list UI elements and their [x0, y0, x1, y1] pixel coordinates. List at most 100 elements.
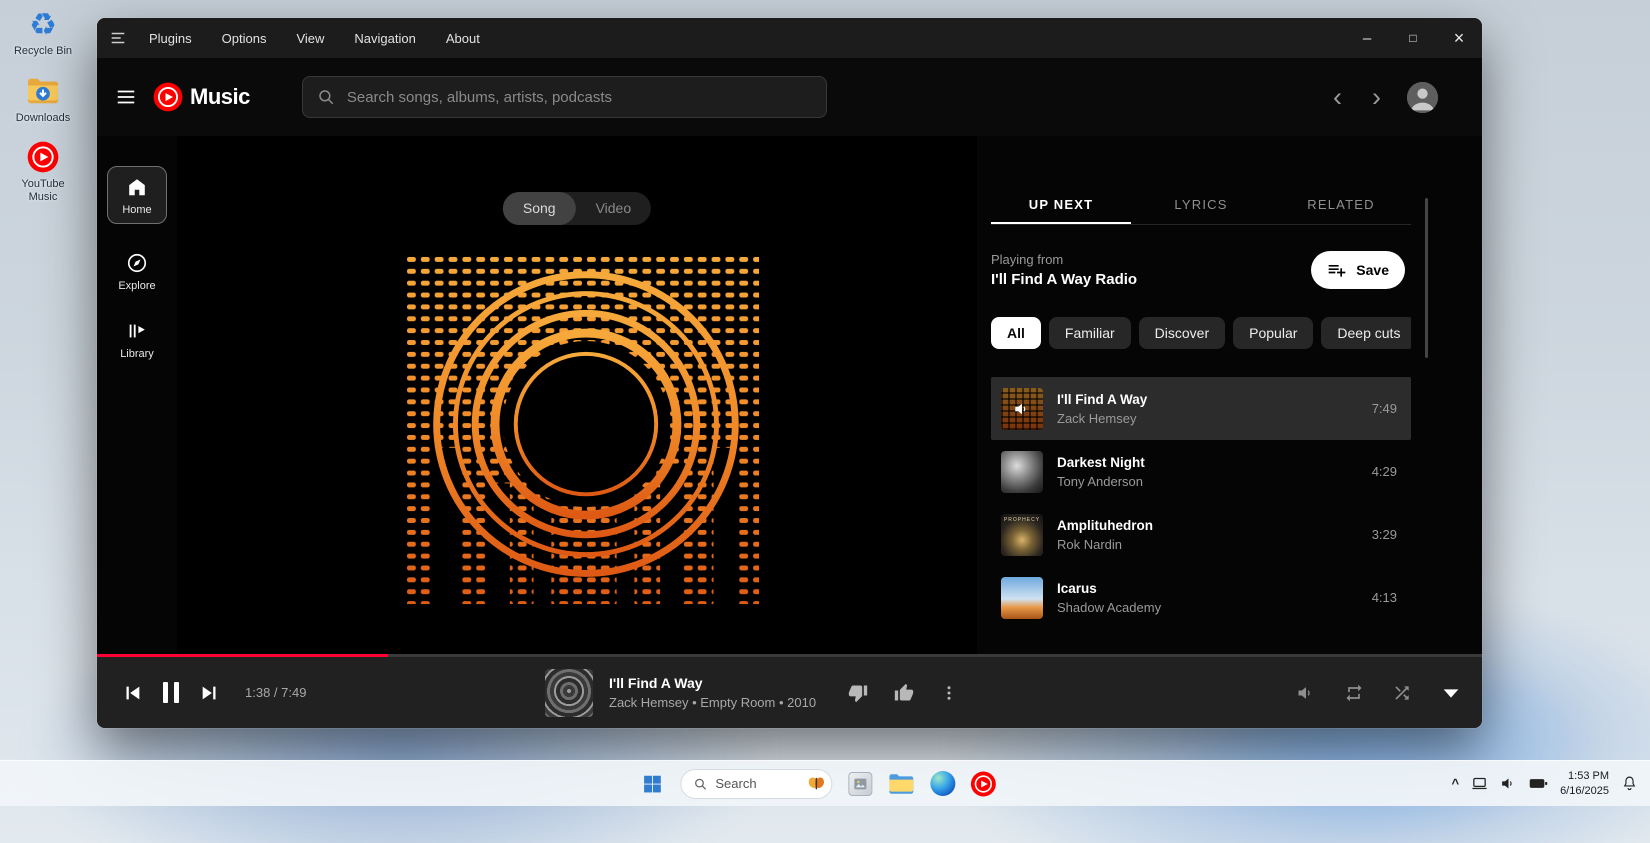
library-icon: [126, 320, 148, 342]
chip-popular[interactable]: Popular: [1233, 317, 1313, 349]
queue-item-artist[interactable]: Tony Anderson: [1057, 474, 1362, 489]
queue-item[interactable]: PROPHECY Amplituhedron Rok Nardin 3:29: [991, 503, 1411, 566]
tab-lyrics[interactable]: LYRICS: [1131, 188, 1271, 224]
scrollbar[interactable]: [1425, 198, 1428, 358]
maximize-button[interactable]: □: [1390, 18, 1436, 58]
queue-item[interactable]: I'll Find A Way Zack Hemsey 7:49: [991, 377, 1411, 440]
next-button[interactable]: [199, 682, 221, 704]
volume-tray-icon[interactable]: [1500, 775, 1517, 792]
device-icon[interactable]: [1471, 775, 1488, 792]
toggle-song[interactable]: Song: [503, 192, 576, 225]
app-menu-icon[interactable]: [109, 29, 127, 47]
chip-familiar[interactable]: Familiar: [1049, 317, 1131, 349]
menu-view[interactable]: View: [296, 31, 324, 46]
taskbar-app-youtube-music[interactable]: [970, 771, 996, 797]
avatar[interactable]: [1407, 82, 1438, 113]
back-icon[interactable]: ‹: [1333, 84, 1342, 111]
chip-discover[interactable]: Discover: [1139, 317, 1225, 349]
pause-button[interactable]: [163, 682, 179, 703]
tab-up-next[interactable]: UP NEXT: [991, 188, 1131, 224]
sidebar-item-explore[interactable]: Explore: [118, 252, 155, 292]
queue-item-artist[interactable]: Zack Hemsey: [1057, 411, 1362, 426]
queue-item-title: Amplituhedron: [1057, 518, 1362, 533]
skip-next-icon: [199, 682, 221, 704]
yt-music-logo-icon: [153, 82, 183, 112]
menu-about[interactable]: About: [446, 31, 480, 46]
now-playing-overlay: [1001, 388, 1043, 430]
history-nav: ‹ ›: [1333, 84, 1381, 111]
toggle-video[interactable]: Video: [576, 192, 652, 225]
minimize-button[interactable]: –: [1344, 18, 1390, 58]
volume-button[interactable]: [1296, 683, 1316, 703]
desktop-icons: ♻ Recycle Bin Downloads: [10, 6, 76, 204]
queue-item[interactable]: Icarus Shadow Academy 4:13: [991, 566, 1411, 629]
menu-plugins[interactable]: Plugins: [149, 31, 192, 46]
track-thumbnail: [545, 669, 593, 717]
yt-music-logo[interactable]: Music: [153, 82, 250, 112]
tab-related[interactable]: RELATED: [1271, 188, 1411, 224]
playing-from-title[interactable]: I'll Find A Way Radio: [991, 271, 1137, 288]
clock[interactable]: 1:53 PM 6/16/2025: [1560, 769, 1609, 799]
menu-navigation[interactable]: Navigation: [354, 31, 415, 46]
edge-icon: [930, 771, 955, 796]
notification-bell-icon[interactable]: [1621, 775, 1638, 792]
now-playing-view: Song Video: [177, 136, 977, 654]
pause-bar: [163, 682, 168, 703]
sidebar-item-home[interactable]: Home: [107, 166, 167, 224]
expand-player-button[interactable]: [1440, 682, 1462, 704]
shuffle-button[interactable]: [1392, 683, 1412, 703]
tray-chevron-icon[interactable]: ^: [1451, 776, 1459, 791]
taskbar-search[interactable]: Search: [680, 769, 832, 799]
avatar-image: [1407, 82, 1438, 113]
close-button[interactable]: ×: [1436, 18, 1482, 58]
hamburger-menu-icon[interactable]: [115, 86, 137, 108]
menu-options[interactable]: Options: [222, 31, 267, 46]
previous-button[interactable]: [121, 682, 143, 704]
battery-icon[interactable]: [1529, 776, 1548, 791]
queue-thumbnail: PROPHECY: [1001, 514, 1043, 556]
taskbar-app-edge[interactable]: [929, 771, 955, 797]
queue-item-duration: 4:13: [1372, 590, 1397, 605]
repeat-icon: [1344, 683, 1364, 703]
queue-item[interactable]: Darkest Night Tony Anderson 4:29: [991, 440, 1411, 503]
chip-all[interactable]: All: [991, 317, 1041, 349]
thumbs-down-icon: [848, 683, 868, 703]
cover-caption: PROPHECY: [1001, 517, 1043, 523]
taskbar-app-file-explorer[interactable]: [888, 771, 914, 797]
search-highlight-icon: [806, 774, 826, 794]
dislike-button[interactable]: [848, 683, 868, 703]
search-input[interactable]: [347, 89, 812, 106]
song-video-toggle: Song Video: [503, 192, 651, 225]
window-menubar: Plugins Options View Navigation About: [149, 31, 480, 46]
secondary-controls: [1296, 657, 1462, 728]
taskbar: Search: [0, 760, 1650, 806]
recycle-bin-icon: ♻: [29, 9, 57, 40]
queue-item-title: I'll Find A Way: [1057, 392, 1362, 407]
file-explorer-icon: [888, 772, 914, 796]
window-titlebar: Plugins Options View Navigation About – …: [97, 18, 1482, 58]
forward-icon[interactable]: ›: [1372, 84, 1381, 111]
save-button[interactable]: Save: [1311, 251, 1405, 289]
downloads-folder-icon: [26, 73, 60, 109]
desktop-icon-youtube-music[interactable]: YouTube Music: [10, 139, 76, 203]
taskbar-search-label: Search: [715, 776, 798, 791]
like-button[interactable]: [894, 683, 914, 703]
search-bar[interactable]: [302, 76, 827, 118]
sidebar-item-library[interactable]: Library: [120, 320, 154, 360]
desktop-icon-recycle-bin[interactable]: ♻ Recycle Bin: [10, 6, 76, 58]
more-button[interactable]: [940, 684, 958, 702]
queue-item-artist[interactable]: Rok Nardin: [1057, 537, 1362, 552]
chip-deep-cuts[interactable]: Deep cuts: [1321, 317, 1411, 349]
taskbar-app-photos[interactable]: [847, 771, 873, 797]
start-button[interactable]: [639, 771, 665, 797]
track-subtitle[interactable]: Zack Hemsey • Empty Room • 2010: [609, 695, 816, 710]
app-window: Plugins Options View Navigation About – …: [97, 18, 1482, 728]
save-button-label: Save: [1356, 262, 1389, 278]
shuffle-icon: [1392, 683, 1412, 703]
more-vert-icon: [940, 684, 958, 702]
tray-date: 6/16/2025: [1560, 784, 1609, 799]
desktop-icon-downloads[interactable]: Downloads: [10, 73, 76, 125]
repeat-button[interactable]: [1344, 683, 1364, 703]
player-bar: 1:38 / 7:49 I'll Find A Way Zack Hemsey …: [97, 654, 1482, 728]
queue-item-artist[interactable]: Shadow Academy: [1057, 600, 1362, 615]
